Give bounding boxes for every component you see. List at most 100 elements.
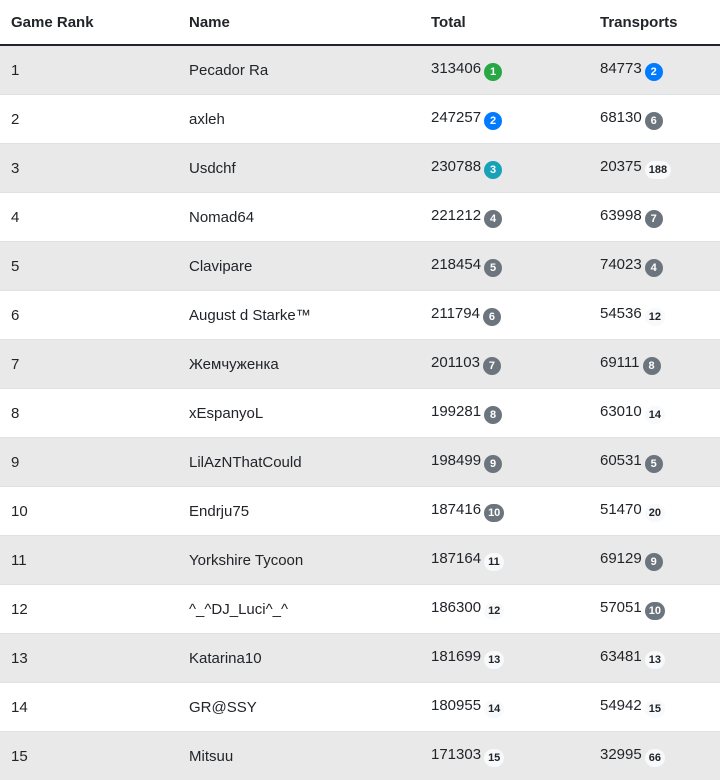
transports-rank-badge: 188 [645, 161, 671, 179]
total-value: 180955 [431, 697, 481, 714]
cell-game-rank: 8 [0, 389, 178, 438]
cell-transports: 5147020 [589, 487, 720, 536]
table-row: 13Katarina10181699136348113 [0, 634, 720, 683]
cell-game-rank: 12 [0, 585, 178, 634]
transports-value: 54536 [600, 305, 642, 322]
total-value: 187164 [431, 550, 481, 567]
transports-rank-badge: 66 [645, 749, 665, 767]
cell-transports: 691118 [589, 340, 720, 389]
cell-player-name[interactable]: August d Starke™ [178, 291, 420, 340]
total-rank-badge: 3 [484, 161, 502, 179]
total-rank-badge: 4 [484, 210, 502, 228]
cell-game-rank: 7 [0, 340, 178, 389]
total-rank-badge: 15 [484, 749, 504, 767]
cell-transports: 6348113 [589, 634, 720, 683]
transports-rank-badge: 12 [645, 308, 665, 326]
cell-total: 2011037 [420, 340, 589, 389]
cell-transports: 605315 [589, 438, 720, 487]
cell-player-name[interactable]: Usdchf [178, 144, 420, 193]
transports-value: 32995 [600, 746, 642, 763]
table-row: 12^_^DJ_Luci^_^186300125705110 [0, 585, 720, 634]
table-row: 10Endrju75187416105147020 [0, 487, 720, 536]
cell-transports: 691299 [589, 536, 720, 585]
table-row: 11Yorkshire Tycoon18716411691299 [0, 536, 720, 585]
table-row: 3Usdchf230788320375188 [0, 144, 720, 193]
transports-rank-badge: 2 [645, 63, 663, 81]
transports-rank-badge: 4 [645, 259, 663, 277]
transports-value: 63481 [600, 648, 642, 665]
total-value: 181699 [431, 648, 481, 665]
cell-total: 1984999 [420, 438, 589, 487]
cell-player-name[interactable]: ^_^DJ_Luci^_^ [178, 585, 420, 634]
cell-transports: 20375188 [589, 144, 720, 193]
cell-transports: 740234 [589, 242, 720, 291]
transports-value: 54942 [600, 697, 642, 714]
cell-game-rank: 5 [0, 242, 178, 291]
transports-rank-badge: 9 [645, 553, 663, 571]
total-value: 186300 [431, 599, 481, 616]
cell-player-name[interactable]: Endrju75 [178, 487, 420, 536]
total-rank-badge: 13 [484, 651, 504, 669]
transports-rank-badge: 7 [645, 210, 663, 228]
cell-transports: 6301014 [589, 389, 720, 438]
transports-value: 63010 [600, 403, 642, 420]
ranking-table: Game Rank Name Total Transports 1Pecador… [0, 0, 720, 780]
cell-player-name[interactable]: Nomad64 [178, 193, 420, 242]
cell-total: 18095514 [420, 683, 589, 732]
total-value: 201103 [431, 354, 480, 371]
header-game-rank[interactable]: Game Rank [0, 0, 178, 45]
cell-player-name[interactable]: xEspanyoL [178, 389, 420, 438]
cell-player-name[interactable]: LilAzNThatCould [178, 438, 420, 487]
transports-value: 74023 [600, 256, 642, 273]
cell-player-name[interactable]: Pecador Ra [178, 45, 420, 95]
total-value: 171303 [431, 746, 481, 763]
transports-rank-badge: 8 [643, 357, 661, 375]
transports-rank-badge: 14 [645, 406, 665, 424]
table-row: 9LilAzNThatCould1984999605315 [0, 438, 720, 487]
cell-game-rank: 15 [0, 732, 178, 780]
table-row: 1Pecador Ra3134061847732 [0, 45, 720, 95]
total-value: 211794 [431, 305, 480, 322]
cell-game-rank: 4 [0, 193, 178, 242]
header-transports[interactable]: Transports [589, 0, 720, 45]
cell-total: 2472572 [420, 95, 589, 144]
total-rank-badge: 2 [484, 112, 502, 130]
cell-game-rank: 1 [0, 45, 178, 95]
total-value: 313406 [431, 60, 481, 77]
header-total[interactable]: Total [420, 0, 589, 45]
transports-rank-badge: 13 [645, 651, 665, 669]
header-name[interactable]: Name [178, 0, 420, 45]
table-row: 15Mitsuu171303153299566 [0, 732, 720, 780]
total-rank-badge: 8 [484, 406, 502, 424]
cell-player-name[interactable]: axleh [178, 95, 420, 144]
cell-total: 2307883 [420, 144, 589, 193]
total-value: 198499 [431, 452, 481, 469]
cell-total: 18741610 [420, 487, 589, 536]
table-row: 8xEspanyoL19928186301014 [0, 389, 720, 438]
cell-player-name[interactable]: Clavipare [178, 242, 420, 291]
transports-value: 20375 [600, 158, 642, 175]
transports-value: 51470 [600, 501, 642, 518]
total-value: 247257 [431, 109, 481, 126]
header-row: Game Rank Name Total Transports [0, 0, 720, 45]
cell-transports: 5494215 [589, 683, 720, 732]
total-rank-badge: 14 [484, 700, 504, 718]
cell-player-name[interactable]: Yorkshire Tycoon [178, 536, 420, 585]
table-row: 14 GR@SSY180955145494215 [0, 683, 720, 732]
cell-transports: 639987 [589, 193, 720, 242]
total-rank-badge: 5 [484, 259, 502, 277]
cell-player-name[interactable]: Mitsuu [178, 732, 420, 780]
cell-player-name[interactable]: Katarina10 [178, 634, 420, 683]
cell-total: 2117946 [420, 291, 589, 340]
transports-value: 84773 [600, 60, 642, 77]
cell-transports: 5705110 [589, 585, 720, 634]
cell-total: 18716411 [420, 536, 589, 585]
cell-total: 17130315 [420, 732, 589, 780]
transports-value: 60531 [600, 452, 642, 469]
cell-total: 18630012 [420, 585, 589, 634]
cell-player-name[interactable]: GR@SSY [178, 683, 420, 732]
total-value: 230788 [431, 158, 481, 175]
cell-player-name[interactable]: Жемчуженка [178, 340, 420, 389]
cell-game-rank: 2 [0, 95, 178, 144]
transports-value: 69111 [600, 354, 640, 371]
